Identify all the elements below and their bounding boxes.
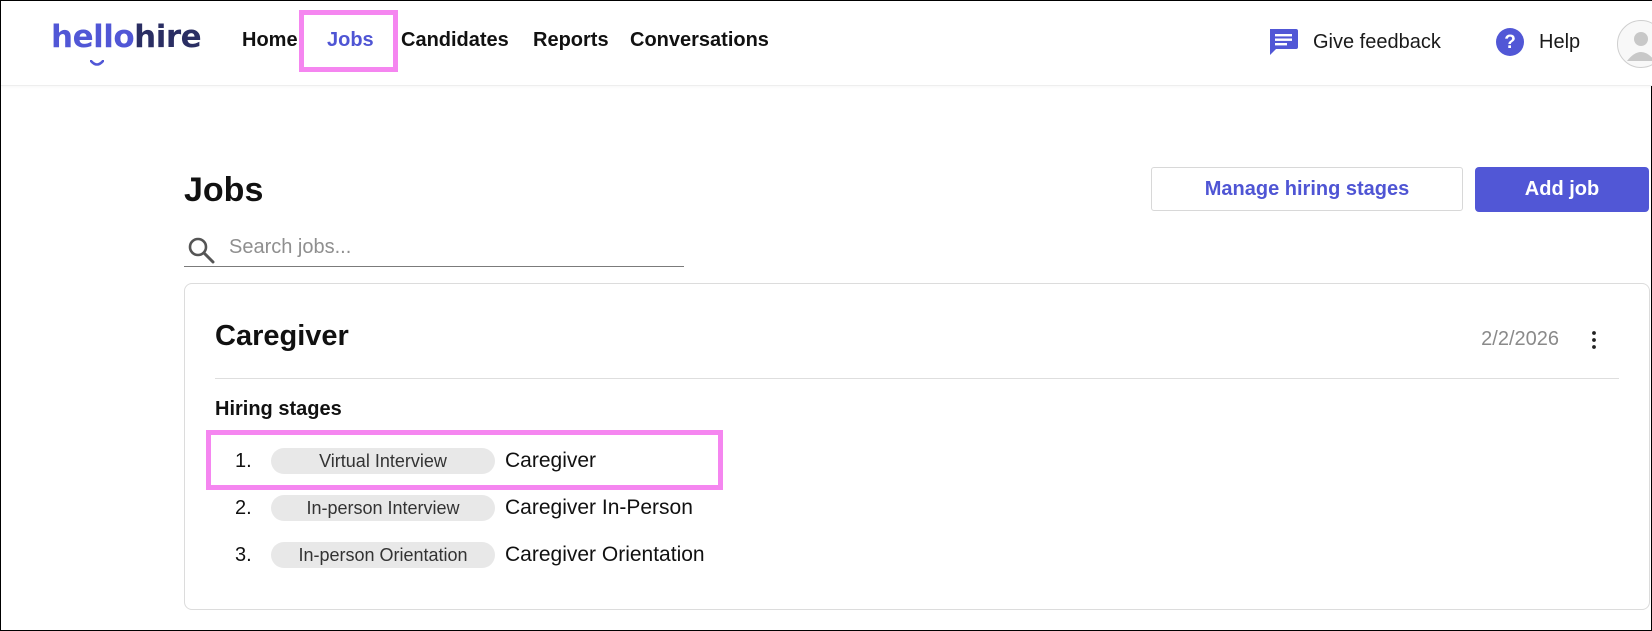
stage-number: 3. — [235, 544, 252, 566]
nav-item-reports[interactable]: Reports — [533, 29, 609, 52]
stage-type-badge: In-person Orientation — [271, 542, 495, 568]
stage-name: Caregiver — [505, 449, 597, 472]
page-title: Jobs — [184, 171, 264, 209]
user-avatar-icon — [1627, 32, 1652, 61]
search-jobs-input[interactable] — [227, 231, 671, 263]
kebab-menu-icon[interactable] — [1589, 330, 1599, 350]
give-feedback-label: Give feedback — [1313, 30, 1441, 53]
question-circle-icon: ? — [1496, 28, 1524, 56]
nav-item-jobs[interactable]: Jobs — [327, 29, 374, 52]
help-button[interactable]: ? Help — [1495, 27, 1580, 57]
logo-smile-icon — [90, 60, 104, 66]
hellohire-logo[interactable]: hellohire — [51, 19, 202, 66]
svg-text:?: ? — [1504, 32, 1516, 53]
job-card: Caregiver 2/2/2026 Hiring stages 1. Virt… — [184, 283, 1650, 610]
hiring-stages-heading: Hiring stages — [215, 398, 342, 420]
stage-type-badge: In-person Interview — [271, 495, 495, 521]
add-job-button[interactable]: Add job — [1475, 167, 1649, 212]
stage-type-badge: Virtual Interview — [271, 448, 495, 474]
magnifier-icon — [188, 237, 215, 264]
job-date: 2/2/2026 — [1481, 328, 1559, 350]
stage-number: 2. — [235, 497, 252, 519]
logo-text-hire: hire — [134, 19, 202, 55]
job-title[interactable]: Caregiver — [215, 320, 349, 353]
nav-item-home[interactable]: Home — [242, 29, 298, 52]
nav-item-candidates[interactable]: Candidates — [401, 29, 509, 52]
logo-text-hello: hello — [51, 19, 135, 55]
help-label: Help — [1539, 30, 1581, 53]
search-bar — [184, 229, 684, 267]
manage-hiring-stages-button[interactable]: Manage hiring stages — [1151, 167, 1463, 211]
top-navigation-bar: hellohire Home Jobs Candidates Reports C… — [1, 1, 1652, 86]
nav-item-conversations[interactable]: Conversations — [630, 29, 769, 52]
user-avatar-button[interactable] — [1617, 20, 1652, 68]
card-divider — [215, 378, 1619, 379]
stage-number: 1. — [235, 450, 252, 472]
give-feedback-button[interactable]: Give feedback — [1267, 27, 1441, 57]
stage-name: Caregiver In-Person — [505, 496, 693, 519]
chat-bubble-icon — [1270, 29, 1298, 55]
stage-name: Caregiver Orientation — [505, 543, 705, 566]
